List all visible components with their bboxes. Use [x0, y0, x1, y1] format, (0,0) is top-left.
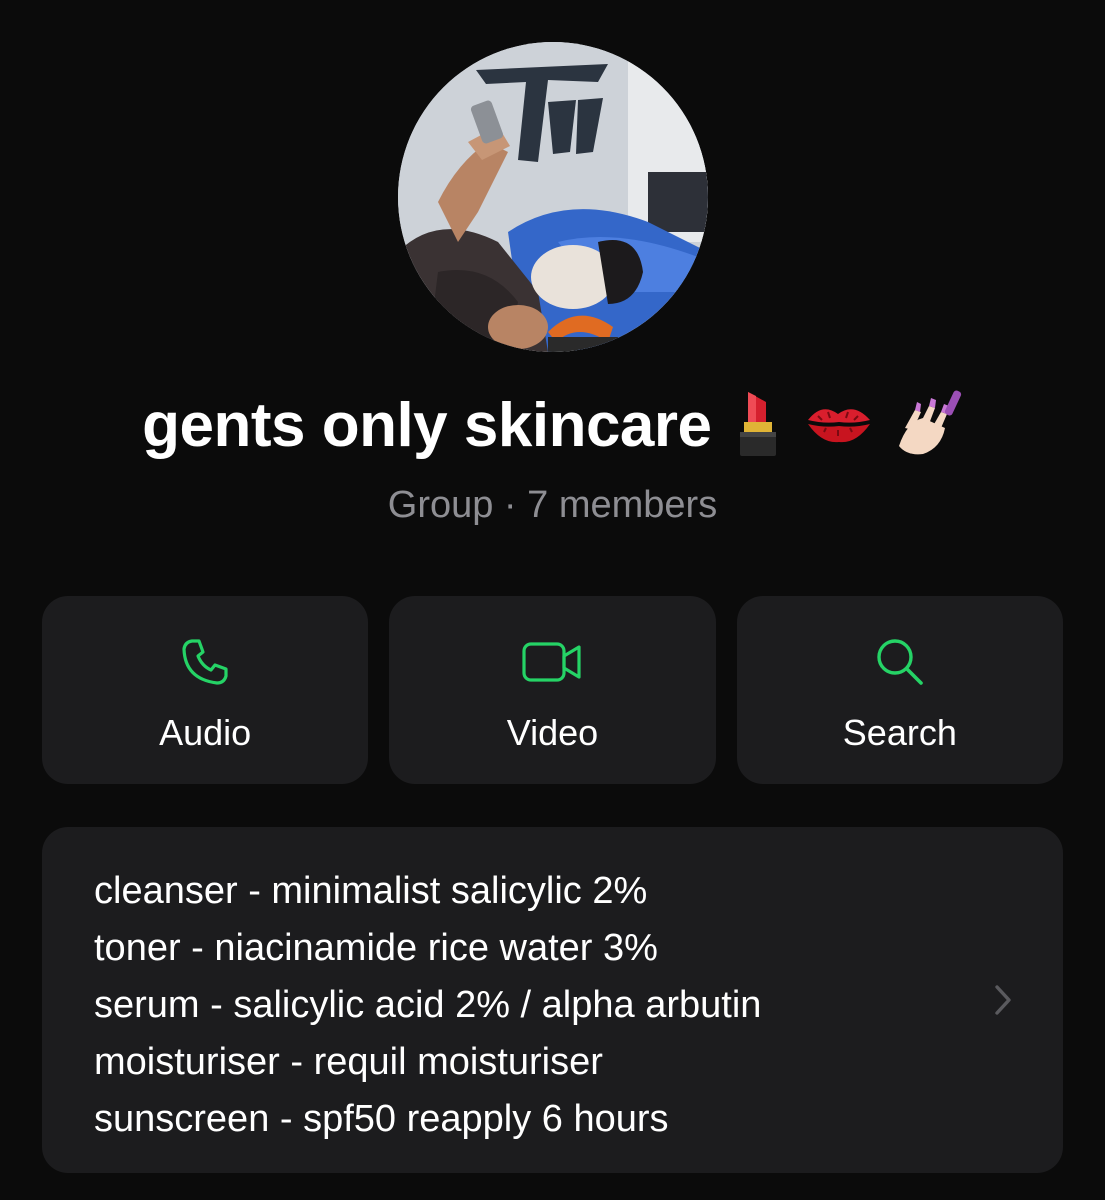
nail-polish-icon [893, 388, 963, 463]
group-info-screen: gents only skincare Group · 7 members Au… [0, 0, 1105, 1200]
description-line: toner - niacinamide rice water 3% [94, 927, 658, 969]
kiss-mark-icon [804, 398, 874, 453]
description-line: sunscreen - spf50 reapply 6 hours [94, 1098, 669, 1140]
search-label: Search [842, 712, 957, 753]
avatar-photo [398, 42, 708, 352]
group-name: gents only skincare [142, 391, 712, 460]
lipstick-icon [730, 388, 786, 463]
video-camera-icon [521, 636, 583, 688]
group-description: cleanser - minimalist salicylic 2% toner… [94, 863, 761, 1148]
description-line: moisturiser - requil moisturiser [94, 1041, 603, 1083]
search-icon [874, 636, 926, 688]
group-subtitle: Group · 7 members [387, 484, 718, 526]
video-call-button[interactable]: Video [389, 596, 716, 784]
group-title-row: gents only skincare [0, 388, 1105, 463]
chevron-right-icon [993, 983, 1013, 1022]
search-button[interactable]: Search [736, 596, 1063, 784]
group-description-card[interactable]: cleanser - minimalist salicylic 2% toner… [42, 827, 1063, 1173]
video-label: Video [506, 712, 599, 753]
description-line: serum - salicylic acid 2% / alpha arbuti… [94, 984, 762, 1026]
phone-icon [180, 636, 230, 688]
group-avatar[interactable] [398, 42, 708, 352]
audio-label: Audio [159, 712, 252, 753]
action-buttons: Audio Video Search [42, 596, 1063, 784]
audio-call-button[interactable]: Audio [42, 596, 369, 784]
description-line: cleanser - minimalist salicylic 2% [94, 870, 648, 912]
